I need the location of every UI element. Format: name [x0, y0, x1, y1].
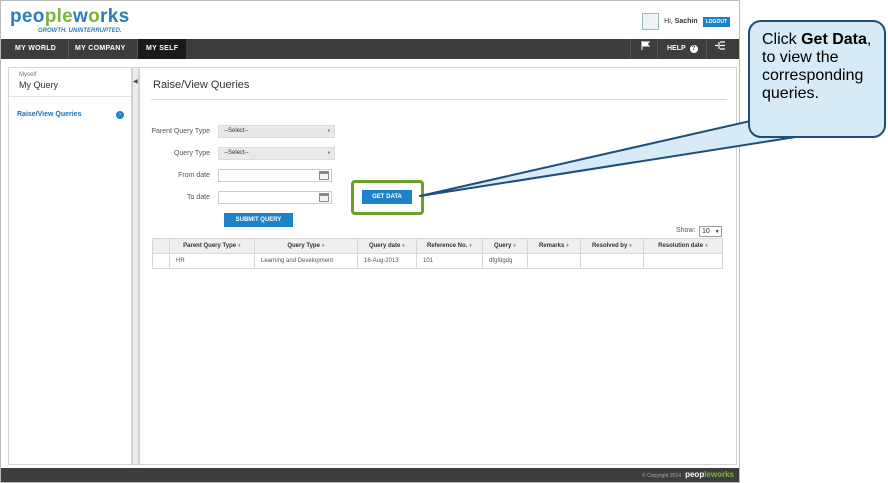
callout-box: Click Get Data, to view the correspondin… — [748, 20, 886, 138]
callout-text: Click Get Data, to view the correspondin… — [762, 31, 872, 102]
